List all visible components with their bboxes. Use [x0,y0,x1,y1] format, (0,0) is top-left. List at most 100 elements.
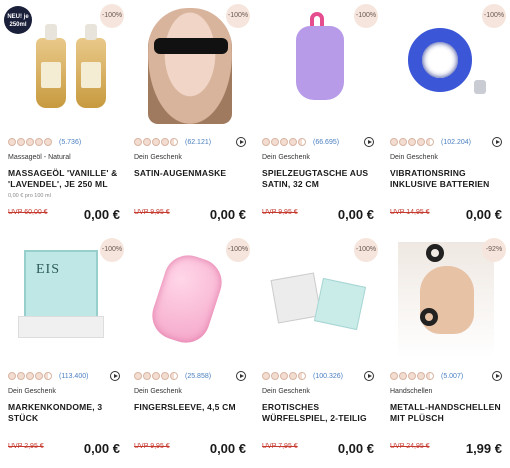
product-title[interactable]: VIBRATIONSRING INKLUSIVE BATTERIEN [390,168,504,190]
product-card[interactable]: -100% (62.121) Dein Geschenk SATIN-AUGEN… [128,2,252,230]
price: 0,00 € [83,207,120,222]
star-icon [161,372,169,380]
oil-bottle-image [76,24,106,108]
rating-count[interactable]: (5.736) [59,139,81,146]
star-icon [289,138,297,146]
play-icon[interactable] [492,371,502,381]
battery-image [474,80,486,94]
product-title[interactable]: SPIELZEUGTASCHE AUS SATIN, 32 CM [262,168,376,190]
oil-bottle-image [36,24,66,108]
star-icon [390,138,398,146]
toy-bag-image [296,26,344,100]
price: 0,00 € [465,207,502,222]
handcuff-image [426,244,444,262]
product-card[interactable]: EIS -100% (113.400) Dein Geschenk MARKEN… [2,236,126,464]
discount-badge: -100% [100,4,124,28]
rating-count[interactable]: (100.326) [313,373,343,380]
discount-badge: -92% [482,238,506,262]
product-title[interactable]: FINGERSLEEVE, 4,5 CM [134,402,248,413]
star-icon [298,138,306,146]
play-icon[interactable] [364,371,374,381]
price: 0,00 € [83,441,120,456]
play-icon[interactable] [110,371,120,381]
star-icon [280,372,288,380]
rating-count[interactable]: (5.007) [441,373,463,380]
product-category: Massageöl - Natural [8,154,71,161]
discount-badge: -100% [100,238,124,262]
star-icon [417,372,425,380]
product-category: Dein Geschenk [390,154,438,161]
model-image [148,8,232,124]
rating: (113.400) [8,371,88,381]
old-price: UVP 9,95 € [262,209,298,216]
old-price: UVP 14,95 € [390,209,430,216]
product-title[interactable]: MASSAGEÖL 'VANILLE' & 'LAVENDEL', JE 250… [8,168,122,190]
rating: (102.204) [390,137,471,147]
star-icon [170,138,178,146]
old-price: UVP 2,95 € [8,443,44,450]
star-icon [17,372,25,380]
product-card[interactable]: -100% (66.695) Dein Geschenk SPIELZEUGTA… [256,2,380,230]
star-icon [170,372,178,380]
finger-sleeve-image [146,249,228,349]
star-icon [399,372,407,380]
star-icon [152,138,160,146]
base-price: 0,00 € pro 100 ml [8,193,51,199]
price: 0,00 € [209,441,246,456]
star-icon [143,372,151,380]
star-icon [271,138,279,146]
rating: (25.858) [134,371,211,381]
star-icon [426,372,434,380]
product-title[interactable]: METALL-HANDSCHELLEN MIT PLÜSCH [390,402,504,424]
rating: (5.736) [8,137,81,147]
old-price: UVP 7,95 € [262,443,298,450]
play-icon[interactable] [492,137,502,147]
product-title[interactable]: MARKENKONDOME, 3 STÜCK [8,402,122,424]
product-card[interactable]: NEU! je 250ml -100% (5.736) Massageöl - … [2,2,126,230]
star-icon [426,138,434,146]
eye-mask-image [154,38,228,54]
handcuff-image [420,308,438,326]
price: 0,00 € [209,207,246,222]
vibration-ring-image [408,28,472,92]
rating-count[interactable]: (62.121) [185,139,211,146]
price: 0,00 € [337,207,374,222]
star-icon [26,372,34,380]
product-card[interactable]: -100% (100.326) Dein Geschenk EROTISCHES… [256,236,380,464]
star-icon [289,372,297,380]
play-icon[interactable] [236,371,246,381]
rating-count[interactable]: (102.204) [441,139,471,146]
star-icon [8,372,16,380]
price: 1,99 € [465,441,502,456]
star-icon [143,138,151,146]
dice-image [313,277,367,331]
play-icon[interactable] [236,137,246,147]
product-card[interactable]: -100% (102.204) Dein Geschenk VIBRATIONS… [384,2,508,230]
star-icon [44,372,52,380]
star-icon [271,372,279,380]
star-icon [408,138,416,146]
product-title[interactable]: EROTISCHES WÜRFELSPIEL, 2-TEILIG [262,402,376,424]
rating-count[interactable]: (113.400) [59,373,88,380]
product-title[interactable]: SATIN-AUGENMASKE [134,168,248,179]
discount-badge: -100% [482,4,506,28]
product-card[interactable]: -92% (5.007) Handschellen METALL-HANDSCH… [384,236,508,464]
star-icon [134,372,142,380]
discount-badge: -100% [354,238,378,262]
old-price: UVP 9,95 € [134,209,170,216]
old-price: UVP 24,95 € [390,443,430,450]
play-icon[interactable] [364,137,374,147]
star-icon [408,372,416,380]
star-icon [161,138,169,146]
rating-count[interactable]: (25.858) [185,373,211,380]
star-icon [134,138,142,146]
rating: (5.007) [390,371,463,381]
price: 0,00 € [337,441,374,456]
rating: (100.326) [262,371,343,381]
star-icon [26,138,34,146]
product-card[interactable]: -100% (25.858) Dein Geschenk FINGERSLEEV… [128,236,252,464]
rating-count[interactable]: (66.695) [313,139,339,146]
rating: (62.121) [134,137,211,147]
product-category: Dein Geschenk [134,388,182,395]
star-icon [399,138,407,146]
